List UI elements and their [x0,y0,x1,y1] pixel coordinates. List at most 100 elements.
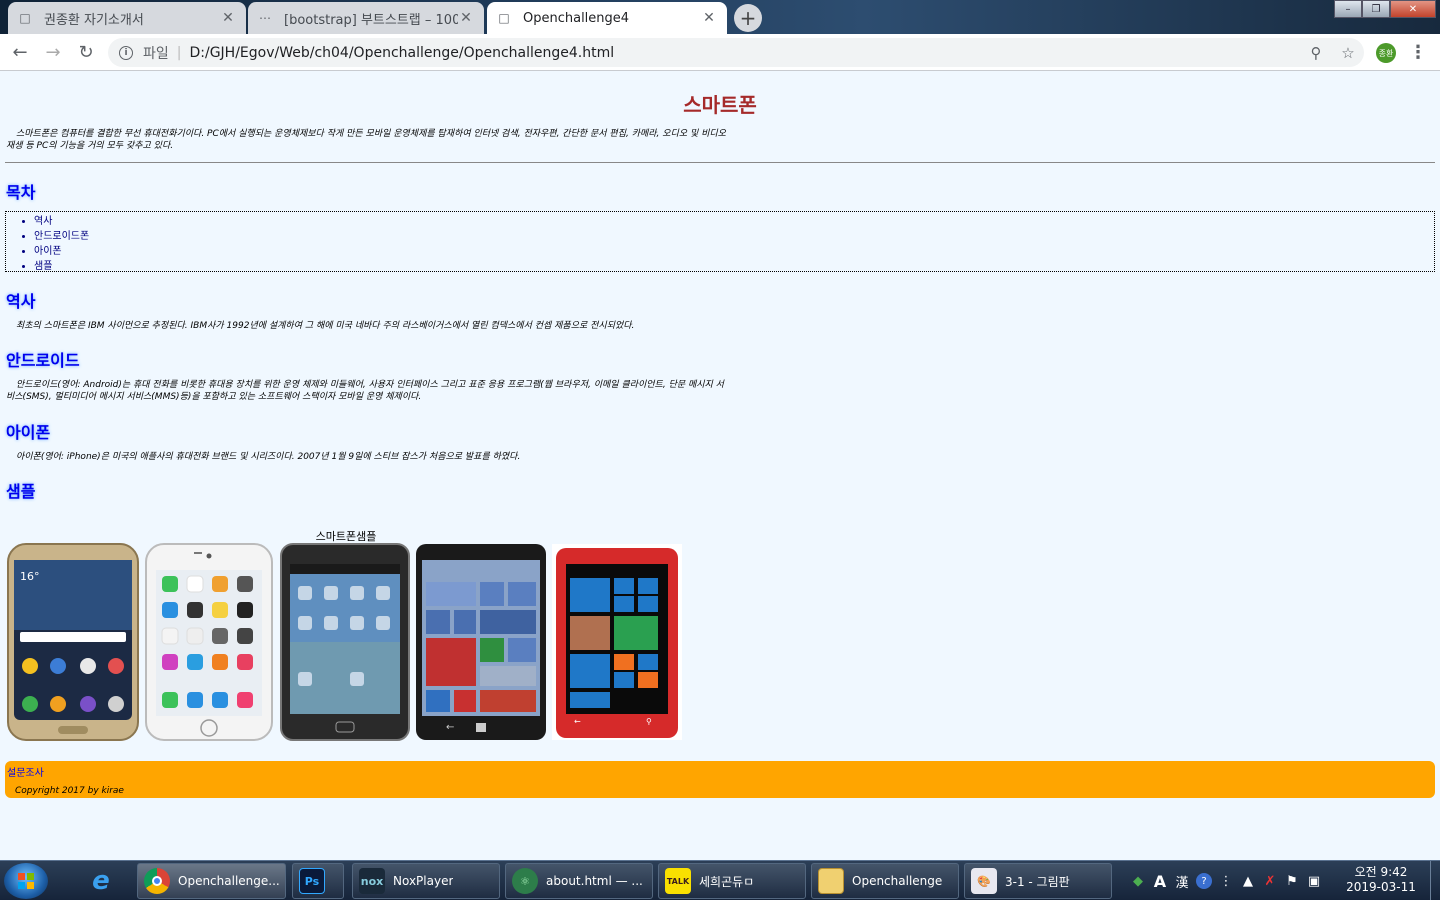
window-controls: – ❐ ✕ [1334,0,1436,18]
kakaotalk-icon: TALK [665,868,691,894]
system-tray: ◆ A 漢 ? ⋮ ▲ ✗ ⚑ ▣ [1130,861,1322,900]
ime-hanja-icon[interactable]: 漢 [1174,873,1190,891]
section-text-iphone: 아이폰(영어: iPhone)은 미국의 애플사의 휴대전화 브랜드 및 시리즈… [16,452,521,462]
toc-box: 역사 안드로이드폰 아이폰 샘플 [5,211,1435,272]
help-icon[interactable]: ? [1196,873,1212,889]
samsung-galaxy-phone: 16° [7,543,139,741]
footer: 설문조사 Copyright 2017 by kirae [5,761,1435,798]
page-content: 스마트폰 스마트폰은 컴퓨터를 결합한 무선 휴대전화기이다. PC에서 실행되… [0,72,1440,860]
tray-expand-icon[interactable]: ▲ [1240,873,1256,889]
taskbar-chrome[interactable]: Openchallenge... [137,863,286,899]
browser-titlebar: □ 권종환 자기소개서 ✕ ⋯ [bootstrap] 부트스트랩 – 100%… [0,0,1440,34]
tab-title: 권종환 자기소개서 [44,12,144,28]
atom-icon: ⚛ [512,868,538,894]
tab-bootstrap[interactable]: ⋯ [bootstrap] 부트스트랩 – 100% ✕ [248,2,484,34]
network-icon[interactable]: ▣ [1306,873,1322,889]
windows-logo-icon [18,873,34,889]
toc-link[interactable]: 아이폰 [34,246,62,257]
page-title: 스마트폰 [683,93,757,117]
paint-icon: 🎨 [971,868,997,894]
clock[interactable]: 오전 9:42 2019-03-11 [1336,865,1426,895]
profile-avatar[interactable]: 종환 [1376,43,1396,63]
phone-gallery: 16° ← ← ⚲ [6,542,684,742]
separator: | [176,44,182,61]
android-phone [280,543,410,741]
section-heading-iphone: 아이폰 [6,423,51,442]
page-icon: □ [19,11,31,25]
ie-pinned[interactable]: e [82,863,130,899]
clock-date: 2019-03-11 [1346,880,1416,894]
taskbar-folder[interactable]: Openchallenge [811,863,959,899]
star-icon[interactable]: ☆ [1332,44,1364,62]
close-icon[interactable]: ✕ [458,10,474,26]
photoshop-icon: Ps [299,868,325,894]
svg-text:←: ← [446,722,454,733]
new-tab-button[interactable]: + [734,4,762,32]
taskbar-label: Openchallenge... [178,874,280,888]
toc-link[interactable]: 역사 [34,216,52,227]
page-icon: □ [498,11,510,25]
close-icon[interactable]: ✕ [701,10,717,26]
iphone-phone [145,543,273,741]
section-heading-sample: 샘플 [6,482,36,501]
section-heading-android: 안드로이드 [6,351,80,370]
ime-a-icon[interactable]: A [1152,872,1168,891]
taskbar-label: NoxPlayer [393,874,454,888]
toc-heading: 목차 [6,183,36,202]
url-text[interactable]: D:/GJH/Egov/Web/ch04/Openchallenge/Openc… [189,45,1300,61]
taskbar-photoshop[interactable]: Ps [292,863,344,899]
copyright-text: Copyright 2017 by kirae [15,786,124,796]
security-icon[interactable]: ◆ [1130,873,1146,889]
svg-text:16°: 16° [20,570,40,583]
section-text-history: 최초의 스마트폰은 IBM 사이먼으로 추정된다. IBM사가 1992년에 설… [16,321,635,331]
volume-muted-icon[interactable]: ✗ [1262,873,1278,889]
clock-time: 오전 9:42 [1354,865,1408,879]
nokia-lumia-red-phone: ← ⚲ [552,544,682,740]
bootstrap-icon: ⋯ [259,11,271,25]
action-center-flag-icon[interactable]: ⚑ [1284,873,1300,889]
taskbar-atom[interactable]: ⚛ about.html — ... [505,863,653,899]
tab-title: Openchallenge4 [523,10,630,26]
taskbar-noxplayer[interactable]: nox NoxPlayer [352,863,500,899]
info-icon[interactable]: i [119,45,133,60]
close-window-button[interactable]: ✕ [1390,0,1436,18]
menu-icon[interactable]: ⋮ [1409,40,1427,64]
toc-link[interactable]: 샘플 [34,261,52,272]
toc-item[interactable]: 아이폰 [34,244,1434,259]
tab-openchallenge4[interactable]: □ Openchallenge4 ✕ [487,2,727,34]
survey-link[interactable]: 설문조사 [7,764,44,779]
taskbar-label: 세희곤듀ㅁ [699,874,755,889]
toc-item[interactable]: 안드로이드폰 [34,229,1434,244]
taskbar-label: 3-1 - 그림판 [1005,874,1070,889]
address-bar[interactable]: i 파일 | D:/GJH/Egov/Web/ch04/Openchalleng… [108,38,1364,67]
chrome-icon [144,868,170,894]
internet-explorer-icon: e [92,866,110,896]
taskbar-paint[interactable]: 🎨 3-1 - 그림판 [964,863,1112,899]
minimize-button[interactable]: – [1334,0,1362,18]
svg-text:←: ← [574,717,581,726]
toc-item[interactable]: 샘플 [34,259,1434,274]
ime-settings-icon[interactable]: ⋮ [1218,873,1234,889]
scheme-label: 파일 [143,45,169,62]
start-button[interactable] [4,863,48,899]
toc-link[interactable]: 안드로이드폰 [34,231,89,242]
zoom-icon[interactable]: ⚲ [1300,44,1332,62]
tab-title: [bootstrap] 부트스트랩 – 100% [284,12,458,28]
tab-self-intro[interactable]: □ 권종환 자기소개서 ✕ [8,2,246,34]
show-desktop-button[interactable] [1430,861,1440,900]
reload-button[interactable]: ↻ [74,40,98,64]
divider [5,162,1435,163]
close-icon[interactable]: ✕ [220,10,236,26]
back-button[interactable]: ← [8,40,32,64]
intro-paragraph: 스마트폰은 컴퓨터를 결합한 무선 휴대전화기이다. PC에서 실행되는 운영체… [6,129,726,151]
taskbar: e Openchallenge... Ps nox NoxPlayer ⚛ ab… [0,860,1440,900]
maximize-button[interactable]: ❐ [1362,0,1390,18]
svg-text:⚲: ⚲ [646,717,652,726]
toc-item[interactable]: 역사 [34,214,1434,229]
taskbar-kakaotalk[interactable]: TALK 세희곤듀ㅁ [658,863,806,899]
section-heading-history: 역사 [6,292,36,311]
taskbar-label: Openchallenge [852,874,943,888]
browser-toolbar: ← → ↻ i 파일 | D:/GJH/Egov/Web/ch04/Opench… [0,34,1440,71]
section-text-android: 안드로이드(영어: Android)는 휴대 전화를 비롯한 휴대용 장치를 위… [6,380,724,402]
forward-button[interactable]: → [41,40,65,64]
